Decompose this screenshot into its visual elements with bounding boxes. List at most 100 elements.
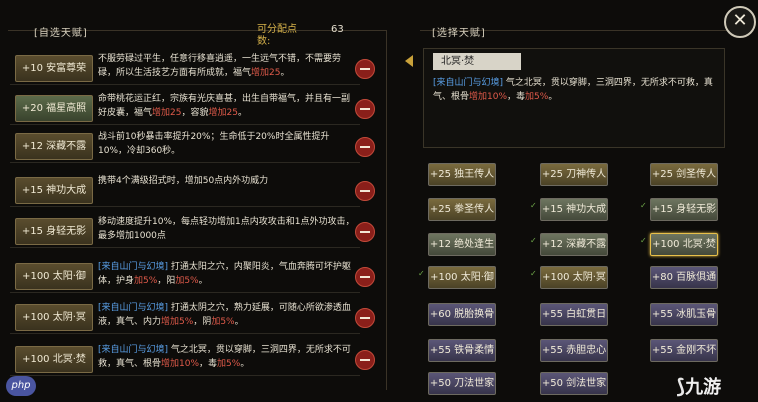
row-divider [10, 206, 360, 207]
source-tag: [来自山门与幻境] [98, 262, 169, 272]
remove-talent-button[interactable] [355, 99, 375, 119]
equipped-check-icon: ✓ [640, 236, 647, 245]
source-tag: [来自山门与幻境] [98, 345, 169, 355]
desc-text: ，毒 [199, 359, 218, 369]
desc-text: ，阳 [157, 276, 176, 286]
equipped-check-icon: ✓ [530, 201, 537, 210]
remove-talent-button[interactable] [355, 350, 375, 370]
talent-card[interactable]: +100 北冥·焚 [650, 233, 718, 256]
talent-row: +15 身轻无影 移动速度提升10%，每点轻功增加1点内攻攻击和1点外功攻击，最多… [10, 213, 377, 248]
remove-talent-button[interactable] [355, 137, 375, 157]
source-tag: [来自山门与幻境] [98, 303, 169, 313]
talent-card[interactable]: +55 铁骨柔情 [428, 339, 496, 362]
desc-highlight: 增加5% [161, 317, 194, 327]
collapse-arrow-icon[interactable] [405, 55, 413, 67]
close-icon: ✕ [732, 10, 748, 31]
tab-self-select-talent[interactable]: [自选天赋] [34, 24, 88, 39]
talent-card[interactable]: +25 剑圣传人 [650, 163, 718, 186]
talent-badge[interactable]: +20 福星高照 [15, 95, 93, 122]
talent-card[interactable]: +55 金刚不坏 [650, 339, 718, 362]
talent-description: 移动速度提升10%，每点轻功增加1点内攻攻击和1点外功攻击，最多增加1000点 [98, 215, 358, 243]
row-divider [10, 333, 360, 334]
remove-talent-button[interactable] [355, 222, 375, 242]
talent-description: 携带4个满级招式时，增加50点内外功威力 [98, 174, 358, 188]
talent-badge[interactable]: +10 安富尊荣 [15, 55, 93, 82]
desc-text: ，毒 [507, 92, 526, 102]
remove-talent-button[interactable] [355, 59, 375, 79]
talent-card[interactable]: +25 拳圣传人 [428, 198, 496, 221]
desc-highlight: 增加25 [152, 108, 182, 118]
talent-description: [来自山门与幻境] 打通太阴之穴，熟力延展，可随心所欲渗透血液，真气、内力增加5… [98, 301, 358, 329]
talent-badge[interactable]: +100 太阳·御 [15, 263, 93, 290]
talent-row: +15 神功大成 携带4个满级招式时，增加50点内外功威力 [10, 172, 377, 207]
desc-text: 。 [280, 68, 290, 78]
talent-card[interactable]: +15 身轻无影 [650, 198, 718, 221]
talent-card[interactable]: +55 赤胆忠心 [540, 339, 608, 362]
talent-card[interactable]: +50 刀法世家 [428, 372, 496, 395]
talent-row: +100 太阳·御 [来自山门与幻境] 打通太阳之穴，内聚阳炎，气血奔腾可坏护躯体… [10, 258, 377, 293]
talent-description: 战斗前10秒暴击率提升20%；生命低于20%时全属性提升10%，冷却360秒。 [98, 130, 358, 158]
talent-card[interactable]: +60 脱胎换骨 [428, 303, 496, 326]
desc-text: 移动速度提升10%，每点轻功增加1点内攻攻击和1点外功攻击，最多增加1000点 [98, 217, 355, 241]
talent-card[interactable]: +50 剑法世家 [540, 372, 608, 395]
equipped-check-icon: ✓ [530, 236, 537, 245]
talent-badge[interactable]: +100 北冥·焚 [15, 346, 93, 373]
talent-card[interactable]: +12 绝处逢生 [428, 233, 496, 256]
talent-card[interactable]: +15 神功大成 [540, 198, 608, 221]
talent-card[interactable]: +12 深藏不露 [540, 233, 608, 256]
points-value: 63 [331, 24, 344, 35]
jiuyou-logo-icon: ⟆ [676, 374, 686, 398]
desc-text: 携带4个满级招式时，增加50点内外功威力 [98, 176, 269, 186]
talent-card[interactable]: +55 冰肌玉骨 [650, 303, 718, 326]
talent-row: +20 福星高照 命带桃花运正红，宗族有光庆喜甚，出生自带福气，并且有一副好皮囊，… [10, 90, 377, 125]
php-watermark: php [6, 376, 36, 396]
desc-highlight: 加5% [134, 276, 158, 286]
desc-highlight: 加5% [217, 359, 241, 369]
row-divider [10, 247, 360, 248]
talent-row: +12 深藏不露 战斗前10秒暴击率提升20%；生命低于20%时全属性提升10%，… [10, 128, 377, 163]
close-button[interactable]: ✕ [724, 6, 756, 38]
row-divider [10, 162, 360, 163]
desc-text: ，容貌 [181, 108, 209, 118]
talent-description: 命带桃花运正红，宗族有光庆喜甚，出生自带福气，并且有一副好皮囊，福气增加25，容… [98, 92, 358, 120]
points-label: 可分配点数: [257, 24, 297, 47]
jiuyou-watermark: ⟆九游 [676, 373, 721, 399]
talent-badge[interactable]: +12 深藏不露 [15, 133, 93, 160]
talent-badge[interactable]: +100 太阴·冥 [15, 304, 93, 331]
talent-description: [来自山门与幻境] 气之北冥，贯以穿脚，三洞四界，无所求不可救，真气、根骨增加1… [98, 343, 358, 371]
desc-text: 。 [548, 92, 558, 102]
talent-card[interactable]: +80 百脉俱通 [650, 266, 718, 289]
panel-divider [386, 30, 387, 390]
desc-text: 不服劳碌过平生，任意行移喜逍遥，一生远气不错，不需要劳碌，所以生活技艺方面有所成… [98, 54, 342, 78]
desc-highlight: 加5% [211, 317, 235, 327]
source-tag: [来自山门与幻境] [433, 78, 504, 88]
desc-text: 。 [234, 317, 244, 327]
desc-text: 。 [237, 108, 247, 118]
desc-text: 。 [198, 276, 208, 286]
desc-highlight: 增加25 [208, 108, 238, 118]
desc-text: ，阴 [193, 317, 212, 327]
talent-row: +10 安富尊荣 不服劳碌过平生，任意行移喜逍遥，一生远气不错，不需要劳碌，所以生… [10, 50, 377, 85]
talent-card[interactable]: +100 太阴·冥 [540, 266, 608, 289]
talent-card[interactable]: +25 独王传人 [428, 163, 496, 186]
remove-talent-button[interactable] [355, 267, 375, 287]
remove-talent-button[interactable] [355, 181, 375, 201]
row-divider [10, 124, 360, 125]
talent-badge[interactable]: +15 身轻无影 [15, 218, 93, 245]
talent-badge[interactable]: +15 神功大成 [15, 177, 93, 204]
desc-text: 。 [240, 359, 250, 369]
talent-card[interactable]: +100 太阳·御 [428, 266, 496, 289]
jiuyou-label: 九游 [685, 377, 722, 398]
desc-highlight: 增加10% [469, 92, 508, 102]
equipped-check-icon: ✓ [640, 201, 647, 210]
talent-description: 不服劳碌过平生，任意行移喜逍遥，一生远气不错，不需要劳碌，所以生活技艺方面有所成… [98, 52, 358, 80]
desc-highlight: 增加10% [161, 359, 200, 369]
talent-card[interactable]: +25 刀神传人 [540, 163, 608, 186]
remove-talent-button[interactable] [355, 308, 375, 328]
talent-card[interactable]: +55 白虹贯日 [540, 303, 608, 326]
desc-highlight: 加5% [175, 276, 199, 286]
row-divider [10, 375, 360, 376]
row-divider [10, 292, 360, 293]
tab-choose-talent[interactable]: [选择天赋] [432, 24, 486, 39]
equipped-check-icon: ✓ [530, 269, 537, 278]
